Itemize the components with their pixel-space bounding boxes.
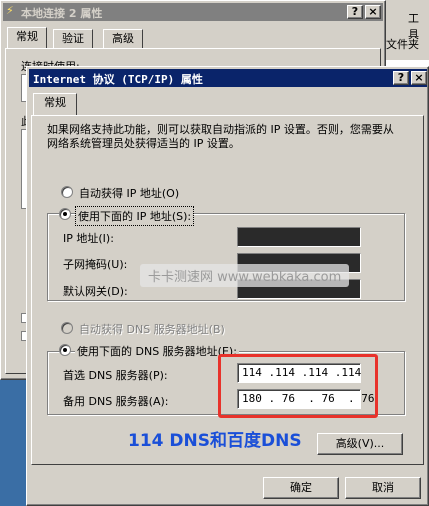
back-window-titlebar: ⚡ 本地连接 2 属性 ? × xyxy=(3,3,383,21)
folders-button[interactable]: 文件夹 xyxy=(386,36,419,52)
dialog-title: Internet 协议 (TCP/IP) 属性 xyxy=(33,73,203,86)
back-tab-general[interactable]: 常规 xyxy=(7,27,47,49)
dialog-close-button[interactable]: × xyxy=(411,71,427,85)
cancel-button[interactable]: 取消 xyxy=(345,477,421,499)
back-window-title: 本地连接 2 属性 xyxy=(21,7,103,20)
back-tab-advanced[interactable]: 高级 xyxy=(103,29,143,49)
dialog-help-button[interactable]: ? xyxy=(393,71,409,85)
intro-text: 如果网络支持此功能，则可以获取自动指派的 IP 设置。否则，您需要从网络系统管理… xyxy=(47,123,394,150)
back-tab-auth[interactable]: 验证 xyxy=(53,29,93,49)
caption-label: 114 DNS和百度DNS xyxy=(128,431,302,451)
explorer-fragment: 工具 文件夹 xyxy=(386,0,429,60)
auto-dns-label: 自动获得 DNS 服务器地址(B) xyxy=(79,323,225,336)
preferred-dns-label: 首选 DNS 服务器(P): xyxy=(63,369,168,382)
alternate-dns-label: 备用 DNS 服务器(A): xyxy=(63,395,169,408)
network-icon: ⚡ xyxy=(6,4,14,17)
back-help-button[interactable]: ? xyxy=(347,5,363,19)
dialog-titlebar: Internet 协议 (TCP/IP) 属性 ? × xyxy=(29,69,427,87)
back-close-button[interactable]: × xyxy=(365,5,381,19)
auto-ip-radio[interactable] xyxy=(61,186,73,198)
manual-dns-radio[interactable] xyxy=(59,344,71,356)
ip-address-field[interactable] xyxy=(237,227,361,247)
gateway-label: 默认网关(D): xyxy=(63,285,128,298)
auto-ip-label: 自动获得 IP 地址(O) xyxy=(79,187,180,200)
manual-ip-radio[interactable] xyxy=(59,208,71,220)
subnet-mask-label: 子网掩码(U): xyxy=(63,258,128,271)
advanced-button[interactable]: 高级(V)... xyxy=(317,433,403,455)
ip-address-label: IP 地址(I): xyxy=(63,232,114,245)
manual-ip-label: 使用下面的 IP 地址(S): xyxy=(75,206,195,226)
dns-highlight-box xyxy=(218,354,378,418)
manual-dns-label: 使用下面的 DNS 服务器地址(E): xyxy=(75,342,239,360)
ok-button[interactable]: 确定 xyxy=(263,477,339,499)
watermark: 卡卡测速网 www.webkaka.com xyxy=(140,264,350,287)
tab-general[interactable]: 常规 xyxy=(33,93,77,116)
auto-dns-radio[interactable] xyxy=(61,322,73,334)
